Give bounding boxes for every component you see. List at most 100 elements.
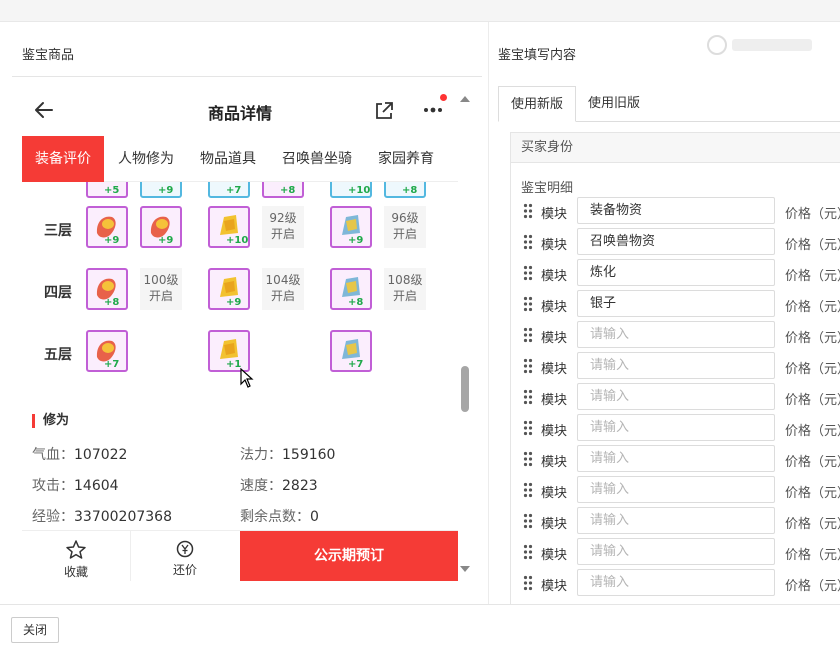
locked-open: 开启 [148,289,173,303]
equipment-item[interactable]: +9 [140,206,182,248]
tab-new-version[interactable]: 使用新版 [498,86,577,122]
drag-handle-icon[interactable] [523,482,533,498]
equipment-item[interactable]: +1 [208,330,250,372]
module-label: 模块 [541,269,568,284]
drag-handle-icon[interactable] [523,296,533,312]
drag-handle-icon[interactable] [523,451,533,467]
drag-handle-icon[interactable] [523,327,533,343]
bargain-button[interactable]: 还价 [131,531,239,586]
equipment-item[interactable]: +10 [208,206,250,248]
drag-handle-icon[interactable] [523,203,533,219]
stat-label: 攻击： [32,478,74,494]
tab-items[interactable]: 物品道具 [192,136,264,182]
phone-preview: 商品详情 装备评价 人物修为 物品道具 召唤兽坐骑 家园养育 +5 +9 +7 … [22,86,458,586]
equipment-item[interactable]: +9 [330,206,372,248]
tab-home-raising[interactable]: 家园养育 [370,136,442,182]
tab-summon-mount[interactable]: 召唤兽坐骑 [274,136,360,182]
module-label: 模块 [541,455,568,470]
module-input[interactable]: 请输入 [577,414,775,441]
favorite-button[interactable]: 收藏 [22,531,130,586]
drag-handle-icon[interactable] [523,265,533,281]
buyer-identity-header[interactable]: 买家身份 [511,133,840,163]
module-input[interactable]: 请输入 [577,321,775,348]
item-level: +8 [348,297,364,308]
drag-handle-icon[interactable] [523,358,533,374]
scrollbar-thumb[interactable] [461,366,469,412]
tab-equipment-rating[interactable]: 装备评价 [22,136,104,182]
more-icon[interactable] [420,98,446,120]
module-input[interactable]: 请输入 [577,538,775,565]
module-label: 模块 [541,331,568,346]
equipment-item[interactable]: +9 [208,268,250,310]
locked-level: 96级 [391,211,419,225]
tab-character-cultivation[interactable]: 人物修为 [110,136,182,182]
module-input[interactable]: 请输入 [577,352,775,379]
book-button[interactable]: 公示期预订 [240,531,458,581]
locked-open: 开启 [270,289,295,303]
module-input[interactable]: 请输入 [577,569,775,596]
bargain-label: 还价 [172,563,197,577]
equipment-item[interactable]: +8 [330,268,372,310]
stat-value: 14604 [74,478,119,494]
price-label: 价格（元） [785,486,840,501]
stat-value: 107022 [74,447,128,463]
version-tabs: 使用新版 使用旧版 [498,86,840,122]
module-row: 模块请输入价格（元） [511,569,840,597]
module-row: 模块请输入价格（元） [511,383,840,411]
equipment-item[interactable]: +10 [330,182,372,198]
module-input[interactable]: 请输入 [577,445,775,472]
drag-handle-icon[interactable] [523,234,533,250]
scroll-up-arrow-icon[interactable] [460,96,470,102]
stat-value: 2823 [282,478,318,494]
drag-handle-icon[interactable] [523,544,533,560]
module-label: 模块 [541,238,568,253]
module-row: 模块炼化价格（元） [511,259,840,287]
share-icon[interactable] [373,100,395,122]
stat-label: 经验： [32,509,74,525]
module-input[interactable]: 炼化 [577,259,775,286]
module-label: 模块 [541,207,568,222]
equipment-item[interactable]: +9 [140,182,182,198]
module-label: 模块 [541,393,568,408]
module-input[interactable]: 请输入 [577,476,775,503]
close-button[interactable]: 关闭 [11,617,59,643]
tab-old-version[interactable]: 使用旧版 [576,86,652,122]
mouse-cursor-icon [240,368,254,388]
module-input[interactable]: 银子 [577,290,775,317]
stat-qixue: 气血：107022 [32,444,127,464]
module-row: 模块请输入价格（元） [511,352,840,380]
price-label: 价格（元） [785,269,840,284]
drag-handle-icon[interactable] [523,420,533,436]
module-input[interactable]: 请输入 [577,507,775,534]
module-row: 模块请输入价格（元） [511,321,840,349]
equipment-item[interactable]: +8 [262,182,304,198]
drag-handle-icon[interactable] [523,389,533,405]
item-level: +7 [104,359,120,370]
scroll-down-arrow-icon[interactable] [460,566,470,572]
stat-value: 159160 [282,447,336,463]
module-row: 模块请输入价格（元） [511,414,840,442]
detail-title: 鉴宝明细 [521,181,574,196]
item-level: +9 [348,235,364,246]
stat-value: 0 [310,509,319,525]
locked-slot: 108级 开启 [384,268,426,310]
equipment-item[interactable]: +7 [86,330,128,372]
locked-level: 92级 [269,211,297,225]
locked-level: 104级 [265,273,301,287]
equipment-item[interactable]: +7 [208,182,250,198]
equipment-item[interactable]: +9 [86,206,128,248]
module-input[interactable]: 召唤兽物资 [577,228,775,255]
locked-slot: 92级 开启 [262,206,304,248]
equipment-item[interactable]: +8 [86,268,128,310]
equipment-item[interactable]: +7 [330,330,372,372]
module-input[interactable]: 请输入 [577,383,775,410]
module-input[interactable]: 装备物资 [577,197,775,224]
drag-handle-icon[interactable] [523,575,533,591]
equipment-item[interactable]: +5 [86,182,128,198]
module-row: 模块请输入价格（元） [511,476,840,504]
item-level: +10 [226,235,249,246]
locked-slot: 96级 开启 [384,206,426,248]
price-label: 价格（元） [785,393,840,408]
equipment-item[interactable]: +8 [384,182,426,198]
drag-handle-icon[interactable] [523,513,533,529]
